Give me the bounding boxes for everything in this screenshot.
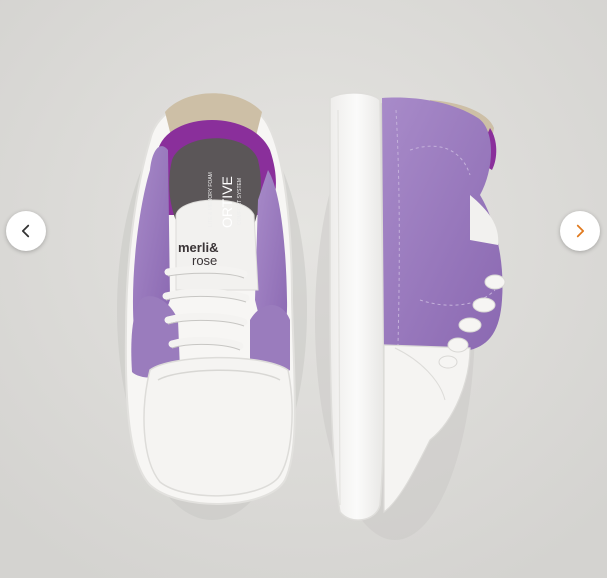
chevron-right-icon	[576, 224, 585, 238]
left-shoe-top-view: merli& rose ORTIVE LITE & MEMORY FOAM CO…	[117, 93, 307, 520]
insole-tech-line2: LITE & MEMORY FOAM	[208, 172, 214, 227]
previous-image-button[interactable]	[6, 211, 46, 251]
insole-tech-line3: COMFORT SYSTEM	[237, 178, 243, 225]
chevron-left-icon	[21, 224, 30, 238]
product-image-carousel: merli& rose ORTIVE LITE & MEMORY FOAM CO…	[0, 0, 607, 578]
insole-tech-line1: ORTIVE	[219, 176, 235, 228]
product-photo: merli& rose ORTIVE LITE & MEMORY FOAM CO…	[0, 0, 607, 578]
insole-brand-line2: rose	[192, 253, 217, 268]
next-image-button[interactable]	[560, 211, 600, 251]
